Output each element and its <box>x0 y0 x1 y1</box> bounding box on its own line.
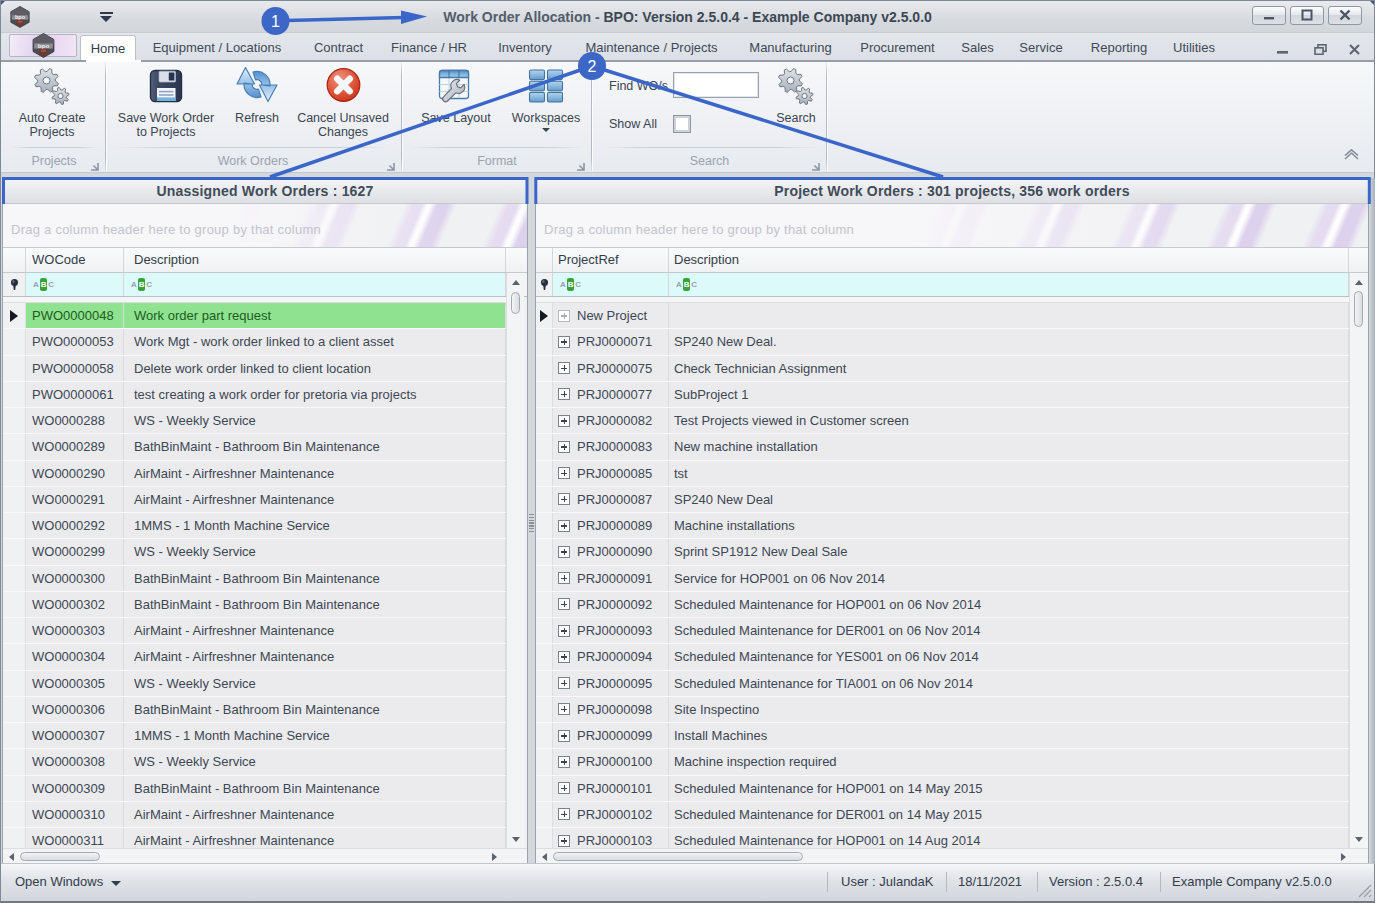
svg-text:bpo: bpo <box>15 14 26 20</box>
svg-text:bpo: bpo <box>38 42 50 49</box>
